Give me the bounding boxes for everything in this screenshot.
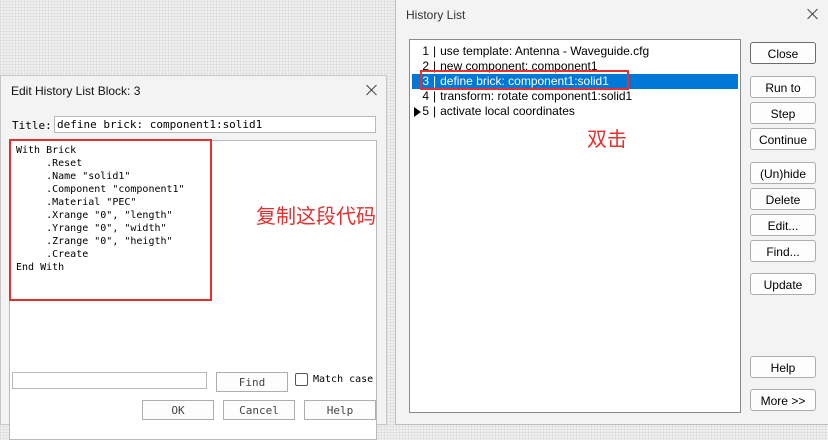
history-item-number: 2 (422, 59, 429, 73)
history-item-text: transform: rotate component1:solid1 (440, 89, 633, 103)
history-item-text: new component: component1 (440, 59, 598, 73)
double-click-annotation: 双击 (587, 127, 627, 151)
match-case-checkbox[interactable] (295, 373, 308, 386)
continue-button[interactable]: Continue (750, 128, 816, 150)
copy-code-annotation: 复制这段代码 (256, 204, 376, 228)
delete-button[interactable]: Delete (750, 188, 816, 210)
history-item-separator: | (433, 89, 437, 103)
history-list-item[interactable]: 3 | define brick: component1:solid1 (412, 74, 738, 89)
history-item-number: 3 (422, 74, 429, 88)
history-list-item[interactable]: 5 | activate local coordinates (412, 104, 740, 119)
history-item-separator: | (433, 59, 437, 73)
history-item-text: use template: Antenna - Waveguide.cfg (440, 44, 650, 58)
history-list[interactable]: 1 | use template: Antenna - Waveguide.cfg 2… (409, 39, 741, 413)
history-item-number: 1 (422, 44, 429, 58)
find-text-button[interactable]: Find (216, 372, 288, 392)
unhide-button[interactable]: (Un)hide (750, 162, 816, 184)
title-input[interactable]: define brick: component1:solid1 (54, 116, 376, 133)
history-list-item[interactable]: 4 | transform: rotate component1:solid1 (412, 89, 740, 104)
edit-help-button[interactable]: Help (304, 400, 376, 420)
find-input[interactable] (12, 372, 207, 389)
history-item-number: 5 (422, 104, 429, 118)
history-item-number: 4 (422, 89, 429, 103)
edit-button[interactable]: Edit... (750, 214, 816, 236)
history-item-separator: | (433, 44, 437, 58)
title-label: Title: (12, 119, 52, 132)
history-item-text: define brick: component1:solid1 (440, 74, 609, 88)
match-case-label: Match case (313, 374, 374, 385)
ok-button[interactable]: OK (142, 400, 214, 420)
history-item-separator: | (433, 104, 437, 118)
code-editor[interactable]: With Brick .Reset .Name "solid1" .Compon… (9, 140, 377, 440)
edit-history-block-window: Edit History List Block: 3 Title: define… (0, 75, 387, 440)
close-icon[interactable] (806, 7, 820, 21)
history-item-text: activate local coordinates (440, 104, 575, 118)
edit-block-titlebar[interactable]: Edit History List Block: 3 (1, 76, 386, 105)
update-button[interactable]: Update (750, 273, 816, 295)
history-list-item[interactable]: 2 | new component: component1 (412, 59, 740, 74)
step-button[interactable]: Step (750, 102, 816, 124)
current-step-marker-icon (414, 107, 421, 117)
history-list-item[interactable]: 1 | use template: Antenna - Waveguide.cfg (412, 44, 740, 59)
close-button[interactable]: Close (750, 42, 816, 64)
edit-block-title: Edit History List Block: 3 (11, 83, 141, 98)
run-to-button[interactable]: Run to (750, 76, 816, 98)
close-icon[interactable] (365, 83, 379, 97)
history-list-titlebar[interactable]: History List (396, 0, 828, 30)
help-button[interactable]: Help (750, 356, 816, 378)
history-list-rows: 1 | use template: Antenna - Waveguide.cfg 2… (412, 44, 740, 119)
cancel-button[interactable]: Cancel (223, 400, 295, 420)
history-list-window: History List 1 | use template: Antenna - W… (395, 0, 828, 425)
more-button[interactable]: More >> (750, 389, 816, 411)
code-text: With Brick .Reset .Name "solid1" .Compon… (16, 145, 185, 273)
history-list-title: History List (406, 8, 466, 22)
history-item-separator: | (433, 74, 437, 88)
find-button[interactable]: Find... (750, 240, 816, 262)
